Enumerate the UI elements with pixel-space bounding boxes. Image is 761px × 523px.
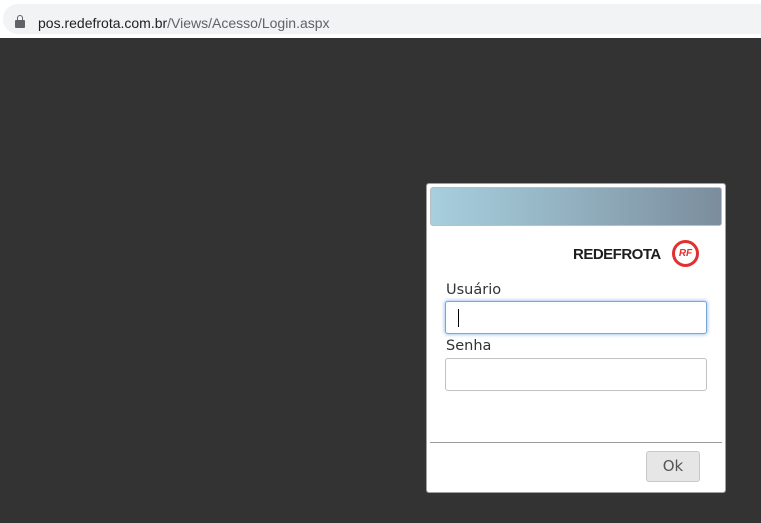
text-caret <box>458 309 459 327</box>
logo-badge-text: RF <box>678 248 693 259</box>
rf-badge-icon: RF <box>672 240 699 267</box>
url-field[interactable]: pos.redefrota.com.br/Views/Acesso/Login.… <box>3 4 761 34</box>
password-label: Senha <box>446 338 492 354</box>
username-input[interactable] <box>445 301 707 334</box>
footer-divider <box>430 442 722 443</box>
dialog-header <box>430 187 722 226</box>
url-host: pos.redefrota.com.br <box>38 15 168 31</box>
ok-button[interactable]: Ok <box>646 451 700 482</box>
url-text[interactable]: pos.redefrota.com.br/Views/Acesso/Login.… <box>38 15 330 31</box>
lock-icon[interactable] <box>15 15 25 28</box>
password-input[interactable] <box>445 358 707 391</box>
login-dialog: REDEFROTA RF Usuário Senha Ok <box>426 183 726 493</box>
browser-address-bar: pos.redefrota.com.br/Views/Acesso/Login.… <box>0 0 761 38</box>
logo-text: REDEFROTA <box>573 246 661 263</box>
redefrota-logo: REDEFROTA RF <box>573 240 701 268</box>
url-path: /Views/Acesso/Login.aspx <box>167 15 330 31</box>
username-label: Usuário <box>446 282 502 298</box>
